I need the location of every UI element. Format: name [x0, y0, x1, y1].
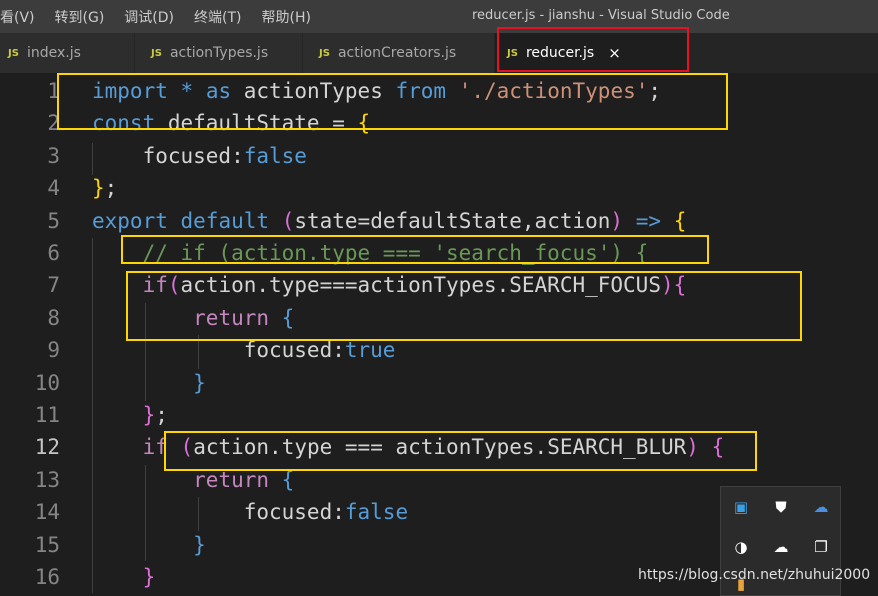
window-title: reducer.js - jianshu - Visual Studio Cod…	[472, 8, 730, 23]
menu-bar: 看(V) 转到(G) 调试(D) 终端(T) 帮助(H)	[0, 0, 321, 33]
code-text: }	[92, 529, 206, 561]
highlight-box-red	[497, 27, 689, 72]
menu-terminal[interactable]: 终端(T)	[184, 7, 251, 27]
code-token: }	[142, 403, 156, 427]
line-number: 6	[47, 241, 60, 265]
line-number: 16	[34, 565, 60, 589]
code-token: }	[142, 565, 156, 589]
code-token: return	[193, 467, 270, 492]
indent-guide	[92, 238, 93, 593]
line-number: 10	[34, 370, 60, 395]
tab-actiontypes-js[interactable]: JS actionTypes.js	[135, 33, 302, 73]
indent-guide	[198, 497, 199, 531]
line-number: 7	[47, 273, 60, 298]
code-text: };	[92, 172, 117, 204]
tab-actioncreators-js[interactable]: JS actionCreators.js	[303, 33, 494, 73]
code-token: focused:	[92, 143, 244, 168]
line-number: 8	[47, 305, 60, 330]
line-number: 2	[47, 111, 60, 136]
copy-icon[interactable]: ❐	[812, 538, 830, 556]
code-text: }	[92, 561, 156, 593]
network-monitor-icon[interactable]: ▣	[732, 498, 750, 516]
code-token: focused:	[92, 338, 345, 363]
indent-guide	[92, 143, 93, 175]
code-text: export default (state=defaultState,actio…	[92, 205, 686, 237]
menu-help[interactable]: 帮助(H)	[252, 7, 321, 27]
code-line[interactable]: 3 focused:false	[0, 140, 878, 172]
tab-label: actionTypes.js	[169, 45, 269, 61]
line-number: 4	[47, 176, 60, 201]
code-line[interactable]: 10 }	[0, 367, 878, 399]
code-text: focused:false	[92, 496, 408, 528]
onedrive-icon[interactable]: ☁	[772, 538, 790, 556]
line-number: 1	[47, 79, 60, 103]
code-token: }	[193, 370, 206, 395]
menu-debug[interactable]: 调试(D)	[114, 7, 184, 27]
indent-guide	[145, 465, 146, 561]
code-token: default	[180, 208, 270, 233]
js-file-icon: JS	[319, 47, 330, 59]
code-token: )	[610, 208, 624, 233]
line-number: 5	[47, 208, 60, 233]
code-text: };	[92, 399, 168, 431]
js-file-icon: JS	[151, 47, 162, 59]
mute-icon[interactable]: ◑	[732, 538, 750, 556]
baidu-cloud-icon[interactable]: ☁	[812, 498, 830, 516]
line-number: 12	[34, 435, 60, 460]
menu-go[interactable]: 转到(G)	[45, 7, 115, 27]
line-number: 15	[34, 532, 60, 557]
code-line[interactable]: 5 export default (state=defaultState,acti…	[0, 205, 878, 237]
line-number: 3	[47, 143, 60, 168]
code-token: focused:	[92, 500, 345, 525]
code-token: }	[92, 176, 105, 201]
code-token: ;	[155, 403, 168, 427]
code-token: state=defaultState,action	[294, 208, 611, 233]
watermark: https://blog.csdn.net/zhuhui2000	[638, 567, 871, 583]
code-token: ;	[104, 176, 118, 201]
line-number: 11	[34, 403, 60, 427]
code-line[interactable]: 11 };	[0, 399, 878, 431]
code-line[interactable]: 4};	[0, 172, 878, 204]
highlight-box-import	[57, 73, 728, 130]
code-text: focused:false	[92, 140, 307, 172]
code-text: }	[92, 367, 206, 399]
code-token: (	[281, 208, 295, 233]
tab-bar: JS index.js JS actionTypes.js JS actionC…	[0, 33, 878, 73]
code-token: }	[193, 532, 206, 557]
tab-label: index.js	[26, 45, 81, 61]
menu-view[interactable]: 看(V)	[0, 7, 45, 27]
tab-label: actionCreators.js	[337, 45, 457, 61]
highlight-box-search-blur	[164, 431, 757, 471]
code-token: false	[243, 143, 307, 168]
code-token: true	[344, 338, 396, 363]
highlight-box-search-focus	[126, 271, 802, 341]
title-bar: 看(V) 转到(G) 调试(D) 终端(T) 帮助(H) reducer.js …	[0, 0, 878, 33]
js-file-icon: JS	[8, 47, 19, 59]
code-token: export	[92, 208, 168, 233]
highlight-box-comment	[121, 235, 709, 264]
code-token: false	[344, 500, 409, 525]
code-token: =>	[635, 208, 662, 233]
defender-shield-icon[interactable]: ⛊	[772, 498, 790, 516]
line-number: 9	[47, 338, 60, 363]
code-token: {	[673, 208, 687, 233]
line-number: 13	[34, 467, 60, 492]
line-number: 14	[34, 500, 60, 525]
code-token: {	[281, 467, 295, 492]
tab-index-js[interactable]: JS index.js	[0, 33, 134, 73]
